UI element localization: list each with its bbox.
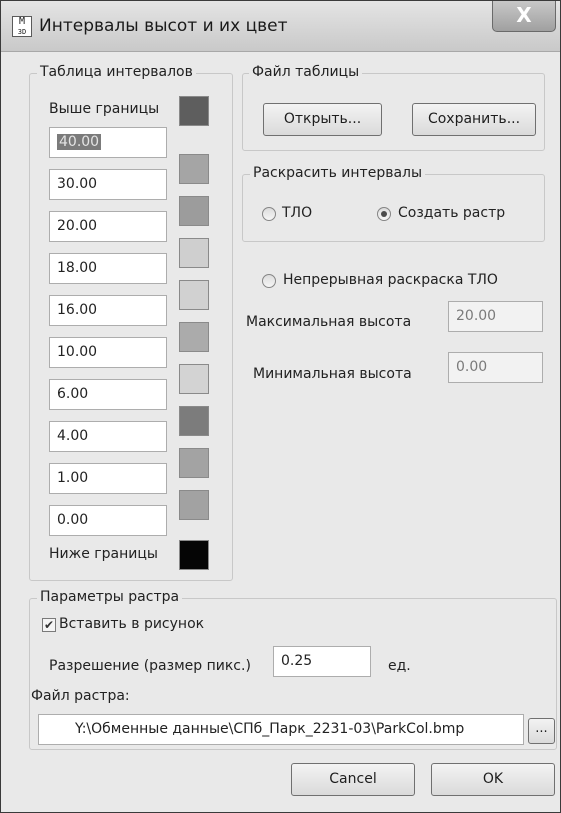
below-border-label: Ниже границы	[49, 546, 158, 562]
interval-color-swatch[interactable]	[179, 154, 209, 184]
browse-button[interactable]: ...	[528, 718, 555, 744]
resolution-field[interactable]: 0.25	[273, 646, 371, 677]
insert-checkbox[interactable]: ✔	[42, 618, 56, 632]
save-button[interactable]: Сохранить...	[412, 103, 536, 136]
interval-color-swatch[interactable]	[179, 196, 209, 226]
above-border-label: Выше границы	[49, 101, 160, 117]
min-height-label: Минимальная высота	[253, 366, 412, 382]
interval-color-swatch[interactable]	[179, 406, 209, 436]
app-icon: M 3D	[12, 16, 32, 37]
raster-file-path[interactable]: Y:\Обменные данные\СПб_Парк_2231-03\Park…	[38, 714, 524, 745]
below-border-color[interactable]	[179, 540, 209, 570]
interval-value-field[interactable]: 6.00	[49, 379, 167, 410]
max-height-label: Максимальная высота	[246, 314, 412, 330]
table-file-legend: Файл таблицы	[249, 64, 363, 80]
interval-value-field[interactable]: 1.00	[49, 463, 167, 494]
interval-value-field[interactable]: 40.00	[49, 127, 167, 158]
insert-checkbox-label[interactable]: Вставить в рисунок	[59, 616, 204, 632]
radio-create-raster-label[interactable]: Создать растр	[398, 205, 505, 221]
ok-button[interactable]: OK	[431, 763, 555, 796]
resolution-label: Разрешение (размер пикс.)	[49, 658, 251, 674]
interval-color-swatch[interactable]	[179, 238, 209, 268]
interval-color-swatch[interactable]	[179, 322, 209, 352]
interval-value-field[interactable]: 10.00	[49, 337, 167, 368]
radio-continuous[interactable]	[262, 274, 276, 288]
interval-value-field[interactable]: 18.00	[49, 253, 167, 284]
dialog-window: M 3D Интервалы высот и их цвет X Таблица …	[0, 0, 561, 813]
radio-tlo[interactable]	[262, 207, 276, 221]
intervals-legend: Таблица интервалов	[37, 64, 196, 80]
interval-value-field[interactable]: 20.00	[49, 211, 167, 242]
interval-value-field[interactable]: 16.00	[49, 295, 167, 326]
above-border-color[interactable]	[179, 96, 209, 126]
raster-legend: Параметры растра	[37, 589, 183, 605]
min-height-field[interactable]: 0.00	[448, 352, 543, 383]
interval-color-swatch[interactable]	[179, 448, 209, 478]
interval-value-field[interactable]: 30.00	[49, 169, 167, 200]
radio-continuous-label[interactable]: Непрерывная раскраска ТЛО	[283, 272, 498, 288]
radio-tlo-label[interactable]: ТЛО	[282, 205, 312, 221]
window-title: Интервалы высот и их цвет	[39, 16, 288, 36]
colorize-legend: Раскрасить интервалы	[250, 165, 426, 181]
resolution-unit-label: ед.	[388, 658, 411, 674]
interval-value-field[interactable]: 0.00	[49, 505, 167, 536]
max-height-field[interactable]: 20.00	[448, 301, 543, 332]
radio-create-raster[interactable]	[377, 207, 391, 221]
close-icon: X	[516, 3, 532, 27]
interval-color-swatch[interactable]	[179, 364, 209, 394]
close-button[interactable]: X	[492, 1, 556, 32]
interval-color-swatch[interactable]	[179, 490, 209, 520]
cancel-button[interactable]: Cancel	[291, 763, 415, 796]
interval-color-swatch[interactable]	[179, 280, 209, 310]
title-bar[interactable]: M 3D Интервалы высот и их цвет X	[1, 1, 560, 52]
interval-value-field[interactable]: 4.00	[49, 421, 167, 452]
open-button[interactable]: Открыть...	[263, 103, 382, 136]
raster-file-label: Файл растра:	[31, 688, 130, 704]
